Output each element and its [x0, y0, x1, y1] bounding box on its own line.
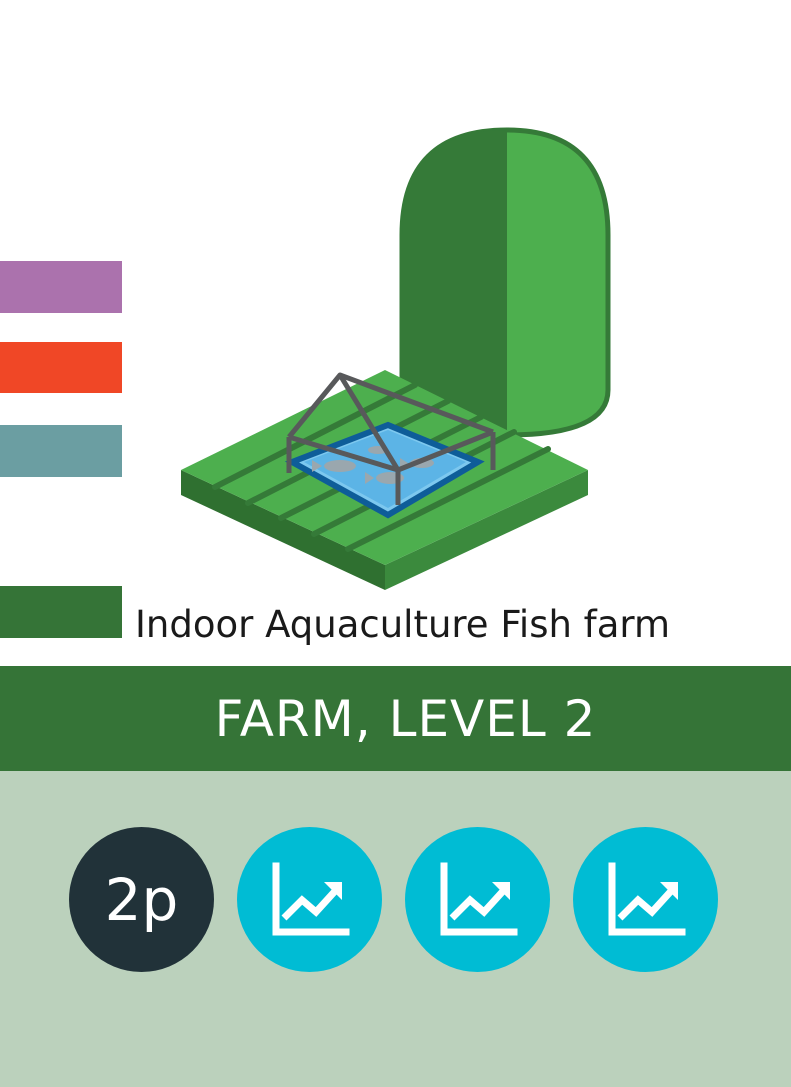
color-bar-green: [0, 586, 122, 638]
growth-chart-icon: [608, 862, 685, 935]
growth-badge: [237, 827, 382, 972]
growth-chart-icon: [272, 862, 349, 935]
fish-farm-icon: [181, 127, 611, 590]
level-banner: FARM, LEVEL 2: [0, 666, 791, 771]
level-label: FARM, LEVEL 2: [214, 689, 597, 748]
card-title: Indoor Aquaculture Fish farm: [135, 603, 670, 646]
growth-badge: [573, 827, 718, 972]
color-bar-purple: [0, 261, 122, 313]
farm-card: Indoor Aquaculture Fish farm FARM, LEVEL…: [0, 0, 791, 1087]
points-label: 2p: [104, 865, 179, 934]
points-badge: 2p: [69, 827, 214, 972]
growth-badge: [405, 827, 550, 972]
color-bar-teal: [0, 425, 122, 477]
growth-chart-icon: [440, 862, 517, 935]
color-bar-red: [0, 342, 122, 393]
